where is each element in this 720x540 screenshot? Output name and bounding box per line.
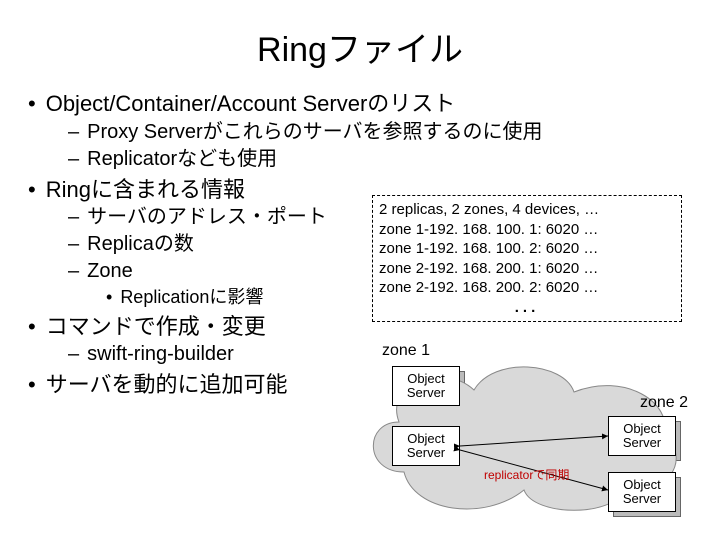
bullet-text: swift-ring-builder	[87, 343, 234, 365]
infobox-line: zone 1-192. 168. 100. 2: 6020 …	[379, 239, 675, 259]
bullet-text: Replicaの数	[87, 233, 194, 255]
page-title: Ringファイル	[0, 0, 720, 89]
infobox-line: zone 2-192. 168. 200. 1: 6020 …	[379, 259, 675, 279]
obj-line: Object	[609, 422, 675, 436]
obj-line: Object	[393, 432, 459, 446]
bullet-text: Replicatorなども使用	[87, 148, 277, 170]
object-server-box: Object Server	[608, 416, 676, 456]
obj-line: Object	[393, 372, 459, 386]
obj-line: Object	[609, 478, 675, 492]
bullet-text: Object/Container/Account Serverのリスト	[46, 91, 456, 116]
bullet-text: サーバを動的に追加可能	[46, 372, 288, 397]
bullet-text: サーバのアドレス・ポート	[87, 206, 327, 228]
object-server-box: Object Server	[608, 472, 676, 512]
cloud-diagram: zone 1 zone 2 Object Server Object Serve…	[360, 348, 700, 528]
bullet-text: コマンドで作成・変更	[46, 314, 266, 339]
bullet-text: Proxy Serverがこれらのサーバを参照するのに使用	[87, 121, 542, 143]
object-server-box: Object Server	[392, 366, 460, 406]
infobox-ellipsis: ...	[379, 298, 675, 318]
obj-line: Server	[393, 386, 459, 400]
zone2-label: zone 2	[640, 394, 688, 412]
bullet-text: Replicationに影響	[120, 287, 263, 307]
obj-line: Server	[609, 436, 675, 450]
object-server-box: Object Server	[392, 426, 460, 466]
bullet-replicator-uses: Replicatorなども使用	[68, 146, 720, 173]
bullet-text: Ringに含まれる情報	[46, 177, 245, 202]
obj-line: Server	[609, 492, 675, 506]
infobox-line: zone 2-192. 168. 200. 2: 6020 …	[379, 278, 675, 298]
bullet-servers-list: Object/Container/Account Serverのリスト Prox…	[28, 89, 720, 173]
bullet-proxy: Proxy Serverがこれらのサーバを参照するのに使用	[68, 119, 720, 146]
replicator-label: replicatorで同期	[484, 466, 569, 483]
infobox-line: zone 1-192. 168. 100. 1: 6020 …	[379, 220, 675, 240]
bullet-text: Zone	[87, 260, 133, 282]
zone1-label: zone 1	[382, 342, 430, 360]
infobox-head: 2 replicas, 2 zones, 4 devices, …	[379, 200, 675, 220]
ring-info-box: 2 replicas, 2 zones, 4 devices, … zone 1…	[372, 195, 682, 322]
obj-line: Server	[393, 446, 459, 460]
